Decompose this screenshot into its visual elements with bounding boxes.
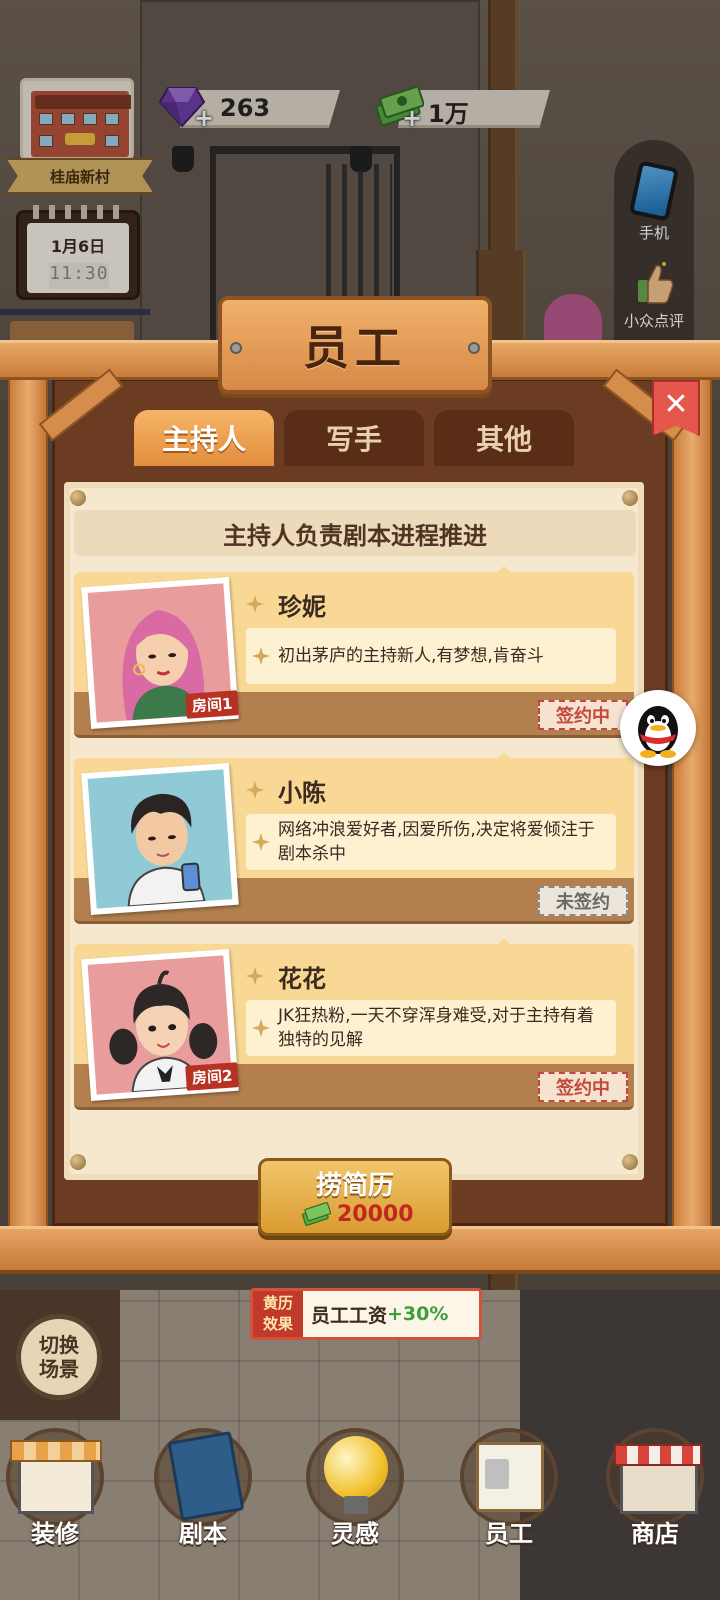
status-stamp-signed: 签约中 — [538, 700, 628, 730]
modal-title-sign: 员工 — [218, 296, 492, 394]
staff-bio: 网络冲浪爱好者,因爱所伤,决定将爱倾注于剧本杀中 — [246, 814, 616, 870]
recruit-label: 捞简历 — [315, 1171, 394, 1201]
qq-penguin-icon — [638, 706, 678, 758]
frame-post-left — [8, 370, 48, 1236]
nav-label: 员工 — [485, 1520, 533, 1548]
book-cover — [167, 1431, 245, 1521]
staff-photo — [81, 763, 239, 915]
staff-name-row: 花花 — [246, 954, 326, 998]
sparkle-icon — [246, 781, 264, 799]
recruit-cost: 20000 — [301, 1201, 414, 1227]
almanac-badge: 黄历 效果 — [253, 1291, 303, 1337]
sparkle-icon — [252, 1019, 270, 1037]
house-body — [18, 1454, 94, 1514]
nav-label: 商店 — [631, 1520, 679, 1548]
almanac-badge-line2: 效果 — [262, 1315, 293, 1333]
shop-house-icon — [6, 1428, 104, 1526]
bulb-base — [344, 1496, 368, 1514]
staff-card[interactable]: 房间1 珍妮 初出茅庐的主持新人,有梦想,肯奋斗 签约中 — [74, 566, 634, 738]
staff-bio-text: JK狂热粉,一天不穿浑身难受,对于主持有着独特的见解 — [278, 1006, 594, 1050]
almanac-effect-text: 员工工资 +30% — [311, 1291, 448, 1337]
staff-name-row: 小陈 — [246, 768, 326, 812]
staff-bio: 初出茅庐的主持新人,有梦想,肯奋斗 — [246, 628, 616, 684]
sparkle-icon — [252, 647, 270, 665]
sparkle-icon — [246, 967, 264, 985]
id-photo — [485, 1459, 509, 1489]
store-awning — [614, 1444, 702, 1466]
pin-icon — [70, 1154, 86, 1170]
staff-name: 花花 — [278, 964, 326, 993]
staff-bio-text: 网络冲浪爱好者,因爱所伤,决定将爱倾注于剧本杀中 — [278, 820, 595, 864]
script-book-icon — [154, 1428, 252, 1526]
pin-icon — [622, 1154, 638, 1170]
tab-host[interactable]: 主持人 — [134, 410, 274, 466]
almanac-badge-line1: 黄历 — [262, 1294, 293, 1312]
bulb-glass — [324, 1436, 388, 1500]
almanac-effect-banner[interactable]: 黄历 效果 员工工资 +30% — [250, 1288, 482, 1340]
staff-card-icon — [460, 1428, 558, 1526]
store-icon — [606, 1428, 704, 1526]
tab-writer[interactable]: 写手 — [284, 410, 424, 466]
almanac-effect-bonus: +30% — [387, 1303, 449, 1325]
staff-name-row: 珍妮 — [246, 582, 326, 626]
staff-card[interactable]: 房间2 花花 JK狂热粉,一天不穿浑身难受,对于主持有着独特的见解 签约中 — [74, 938, 634, 1110]
qq-floating-button[interactable] — [620, 690, 696, 766]
screw — [468, 342, 480, 354]
nav-label: 灵感 — [331, 1520, 379, 1548]
house-awning — [10, 1440, 102, 1462]
room-tag: 房间2 — [185, 1062, 240, 1091]
sparkle-icon — [246, 595, 264, 613]
lightbulb-icon — [306, 1428, 404, 1526]
pin-icon — [622, 490, 638, 506]
almanac-effect-label: 员工工资 — [311, 1304, 388, 1327]
portrait-xiaochen — [87, 769, 233, 909]
staff-bio-text: 初出茅庐的主持新人,有梦想,肯奋斗 — [278, 646, 544, 666]
sparkle-icon — [252, 833, 270, 851]
cash-stack-icon — [302, 1202, 331, 1226]
nav-script[interactable]: 剧本 — [148, 1420, 258, 1600]
nav-store[interactable]: 商店 — [600, 1420, 710, 1600]
staff-card[interactable]: 小陈 网络冲浪爱好者,因爱所伤,决定将爱倾注于剧本杀中 未签约 — [74, 752, 634, 924]
id-card — [476, 1442, 544, 1512]
staff-name: 小陈 — [278, 778, 326, 807]
staff-name: 珍妮 — [278, 592, 326, 621]
store-body — [620, 1460, 698, 1514]
recruit-cost-value: 20000 — [337, 1201, 414, 1227]
nav-decorate[interactable]: 装修 — [0, 1420, 110, 1600]
xiaochen-portrait-icon — [127, 793, 206, 908]
switch-scene-line1: 切换 — [39, 1333, 79, 1357]
status-stamp-signed: 签约中 — [538, 1072, 628, 1102]
modal-title: 员工 — [303, 321, 407, 375]
nav-label: 剧本 — [179, 1520, 227, 1548]
recruit-resume-button[interactable]: 捞简历 20000 — [258, 1158, 452, 1236]
role-description: 主持人负责剧本进程推进 — [74, 510, 636, 556]
tab-other[interactable]: 其他 — [434, 410, 574, 466]
staff-bio: JK狂热粉,一天不穿浑身难受,对于主持有着独特的见解 — [246, 1000, 616, 1056]
switch-scene-button[interactable]: 切换 场景 — [16, 1314, 102, 1400]
status-stamp-unsigned: 未签约 — [538, 886, 628, 916]
nav-label: 装修 — [31, 1520, 79, 1548]
screw — [230, 342, 242, 354]
room-tag: 房间1 — [185, 690, 240, 719]
switch-scene-line2: 场景 — [39, 1357, 79, 1381]
pin-icon — [70, 490, 86, 506]
nav-inspiration[interactable]: 灵感 — [300, 1420, 410, 1600]
nav-staff[interactable]: 员工 — [454, 1420, 564, 1600]
frame-post-right — [672, 370, 712, 1236]
